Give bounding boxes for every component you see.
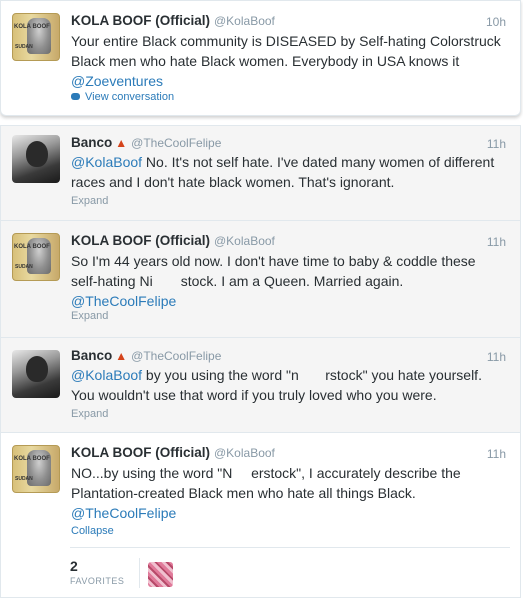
user-fullname[interactable]: Banco bbox=[71, 348, 112, 363]
tweet-timestamp[interactable]: 11h bbox=[487, 235, 506, 249]
party-hat-emoji-icon: ▲ bbox=[115, 349, 128, 363]
expand-link[interactable]: Expand bbox=[71, 310, 108, 322]
tweet-text-line: stock. I am a Queen. Married again. bbox=[180, 273, 404, 289]
party-hat-emoji-icon: ▲ bbox=[115, 136, 128, 150]
user-handle[interactable]: @KolaBoof bbox=[214, 446, 275, 460]
tweet-header: KOLA BOOF (Official) @KolaBoof bbox=[71, 445, 275, 460]
favorites-label[interactable]: FAVORITES bbox=[70, 576, 124, 586]
redaction-block: igg bbox=[232, 463, 252, 483]
user-handle[interactable]: @TheCoolFelipe bbox=[131, 349, 221, 363]
avatar[interactable]: KOLA BOOF SUDAN bbox=[12, 445, 60, 493]
tweet-timestamp[interactable]: 11h bbox=[487, 447, 506, 461]
tweet-5[interactable]: KOLA BOOF SUDAN KOLA BOOF (Official) @Kol… bbox=[0, 433, 521, 598]
redaction-block: gger bbox=[152, 271, 181, 291]
tweet-2[interactable]: Banco ▲ @TheCoolFelipe 11h @KolaBoof No. I… bbox=[0, 125, 521, 221]
tweet-text-line: by you using the word "n bbox=[142, 367, 299, 383]
user-handle[interactable]: @KolaBoof bbox=[214, 14, 275, 28]
timeline: KOLA BOOF SUDAN KOLA BOOF (Official) @Kol… bbox=[0, 0, 523, 598]
favorites-count[interactable]: 2 bbox=[70, 558, 78, 574]
tweet-timestamp[interactable]: 10h bbox=[486, 15, 506, 29]
tweet-text: So I'm 44 years old now. I don't have ti… bbox=[71, 251, 511, 311]
mention-link[interactable]: @KolaBoof bbox=[71, 154, 142, 170]
tweet-1[interactable]: KOLA BOOF SUDAN KOLA BOOF (Official) @Kol… bbox=[0, 0, 521, 116]
view-conversation-link[interactable]: View conversation bbox=[71, 91, 174, 103]
avatar[interactable]: KOLA BOOF SUDAN bbox=[12, 13, 60, 61]
tweet-text-line: erstock", I accurately describe the bbox=[251, 465, 461, 481]
avatar-logo-text: KOLA BOOF bbox=[14, 24, 50, 30]
tweet-header: KOLA BOOF (Official) @KolaBoof bbox=[71, 13, 275, 28]
tweet-text: @KolaBoof No. It's not self hate. I've d… bbox=[71, 152, 511, 192]
tweet-text: NO...by using the word "Niggerstock", I … bbox=[71, 463, 511, 523]
tweet-text: Your entire Black community is DISEASED … bbox=[71, 31, 511, 91]
speech-bubble-icon bbox=[71, 93, 80, 100]
avatar[interactable]: KOLA BOOF SUDAN bbox=[12, 233, 60, 281]
tweet-timestamp[interactable]: 11h bbox=[487, 350, 506, 364]
avatar[interactable] bbox=[12, 135, 60, 183]
tweet-text-line: NO...by using the word "N bbox=[71, 465, 233, 481]
expand-link[interactable]: Expand bbox=[71, 195, 108, 207]
tweet-header: Banco ▲ @TheCoolFelipe bbox=[71, 348, 221, 363]
favoriter-avatar[interactable] bbox=[148, 562, 173, 587]
user-fullname[interactable]: Banco bbox=[71, 135, 112, 150]
view-conversation-label: View conversation bbox=[85, 91, 175, 103]
tweet-4[interactable]: Banco ▲ @TheCoolFelipe 11h @KolaBoof by yo… bbox=[0, 338, 521, 433]
stats-divider bbox=[70, 547, 510, 548]
mention-link[interactable]: @KolaBoof bbox=[71, 367, 142, 383]
tweet-header: KOLA BOOF (Official) @KolaBoof bbox=[71, 233, 275, 248]
tweet-timestamp[interactable]: 11h bbox=[487, 137, 506, 151]
tweet-text-line: rstock" you hate yourself. bbox=[325, 367, 482, 383]
tweet-text-line: You wouldn't use that word if you truly … bbox=[71, 387, 437, 403]
tweet-text-line: So I'm 44 years old now. I don't have ti… bbox=[71, 253, 476, 269]
mention-link[interactable]: @TheCoolFelipe bbox=[71, 505, 176, 521]
tweet-text: @KolaBoof by you using the word "niggers… bbox=[71, 365, 511, 405]
redaction-block: igge bbox=[298, 365, 326, 385]
user-handle[interactable]: @TheCoolFelipe bbox=[131, 136, 221, 150]
expand-link[interactable]: Expand bbox=[71, 408, 108, 420]
mention-link[interactable]: @Zoeventures bbox=[71, 73, 163, 89]
tweet-text-body: Your entire Black community is DISEASED … bbox=[71, 33, 501, 69]
tweet-header: Banco ▲ @TheCoolFelipe bbox=[71, 135, 221, 150]
avatar-logo-text: SUDAN bbox=[15, 476, 33, 482]
tweet-text-line: self-hating Ni bbox=[71, 273, 153, 289]
user-handle[interactable]: @KolaBoof bbox=[214, 234, 275, 248]
stats-separator bbox=[139, 558, 140, 588]
avatar-logo-text: SUDAN bbox=[15, 264, 33, 270]
user-fullname[interactable]: KOLA BOOF (Official) bbox=[71, 233, 210, 248]
tweet-3[interactable]: KOLA BOOF SUDAN KOLA BOOF (Official) @Kol… bbox=[0, 221, 521, 338]
tweet-text-line: Plantation-created Black men who hate al… bbox=[71, 485, 416, 501]
avatar-logo-text: KOLA BOOF bbox=[14, 244, 50, 250]
avatar-logo-text: KOLA BOOF bbox=[14, 456, 50, 462]
user-fullname[interactable]: KOLA BOOF (Official) bbox=[71, 13, 210, 28]
mention-link[interactable]: @TheCoolFelipe bbox=[71, 293, 176, 309]
avatar[interactable] bbox=[12, 350, 60, 398]
avatar-logo-text: SUDAN bbox=[15, 44, 33, 50]
collapse-link[interactable]: Collapse bbox=[71, 525, 114, 537]
user-fullname[interactable]: KOLA BOOF (Official) bbox=[71, 445, 210, 460]
